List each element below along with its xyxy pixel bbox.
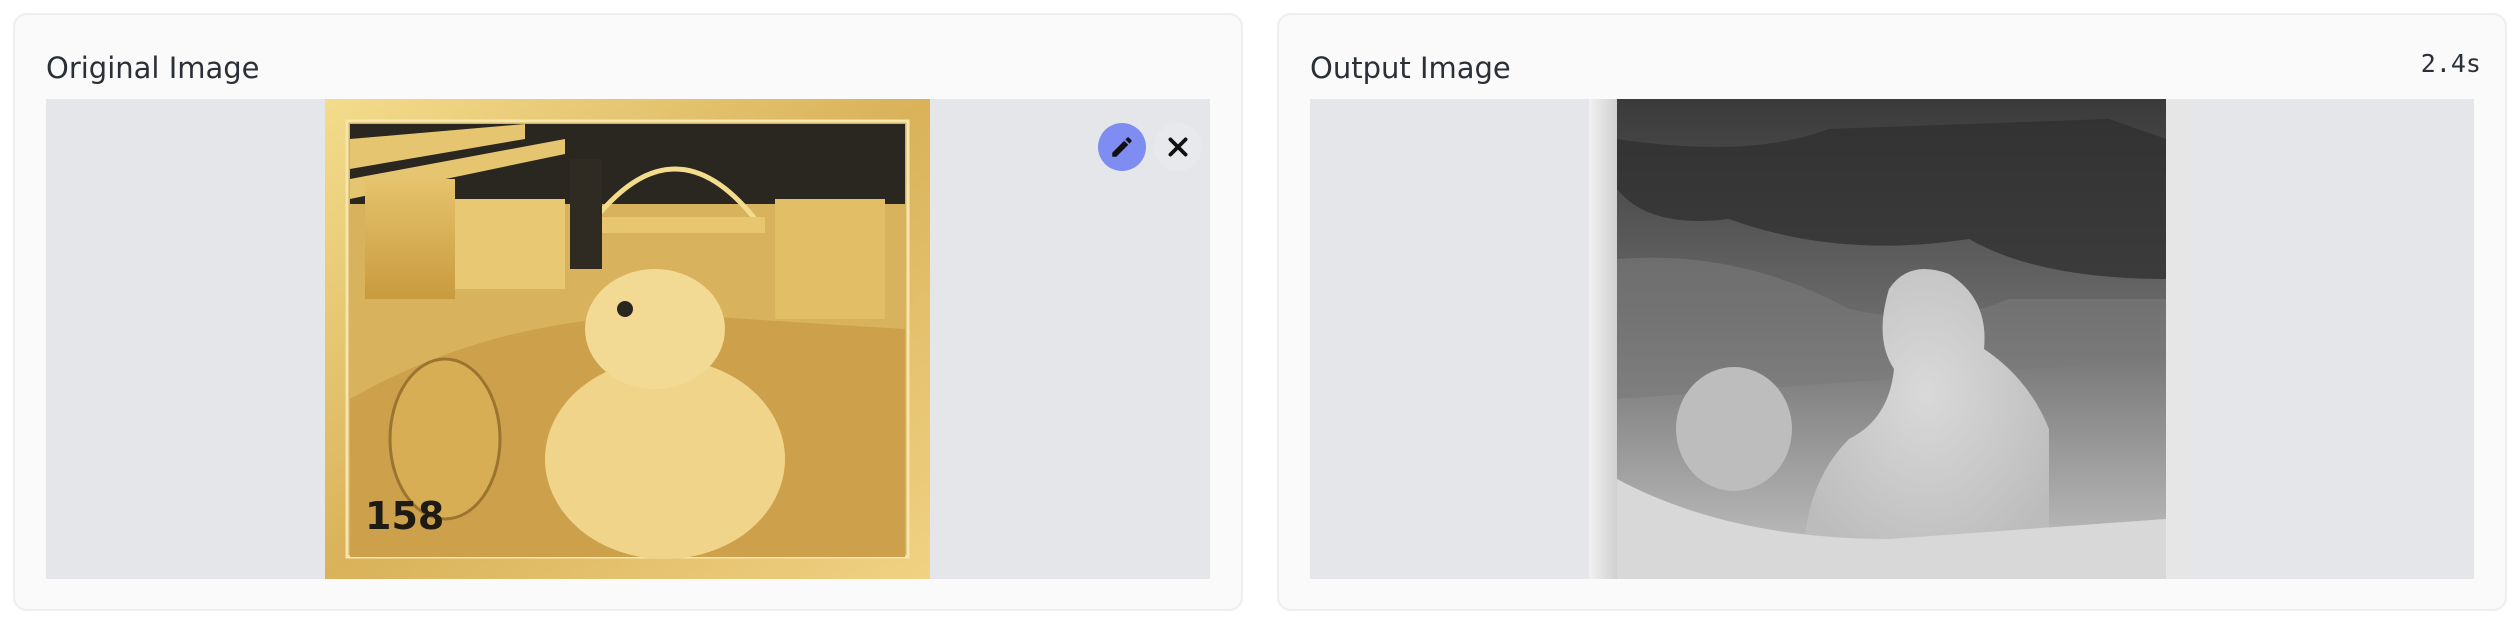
output-image-canvas xyxy=(1310,99,2474,579)
close-icon xyxy=(1168,137,1188,157)
output-image-panel: Output Image 2.4s xyxy=(1277,13,2507,611)
original-image-panel: Original Image 158 xyxy=(13,13,1243,611)
close-button[interactable] xyxy=(1154,123,1202,171)
original-image-canvas: 158 xyxy=(46,99,1210,579)
panel-title: Output Image xyxy=(1310,51,1511,85)
processing-time: 2.4s xyxy=(2420,49,2481,78)
depth-map-image xyxy=(1589,99,2194,579)
svg-text:158: 158 xyxy=(365,494,444,538)
original-image: 158 xyxy=(325,99,930,579)
panel-title: Original Image xyxy=(46,51,260,85)
edit-button[interactable] xyxy=(1098,123,1146,171)
pencil-icon xyxy=(1112,137,1132,157)
